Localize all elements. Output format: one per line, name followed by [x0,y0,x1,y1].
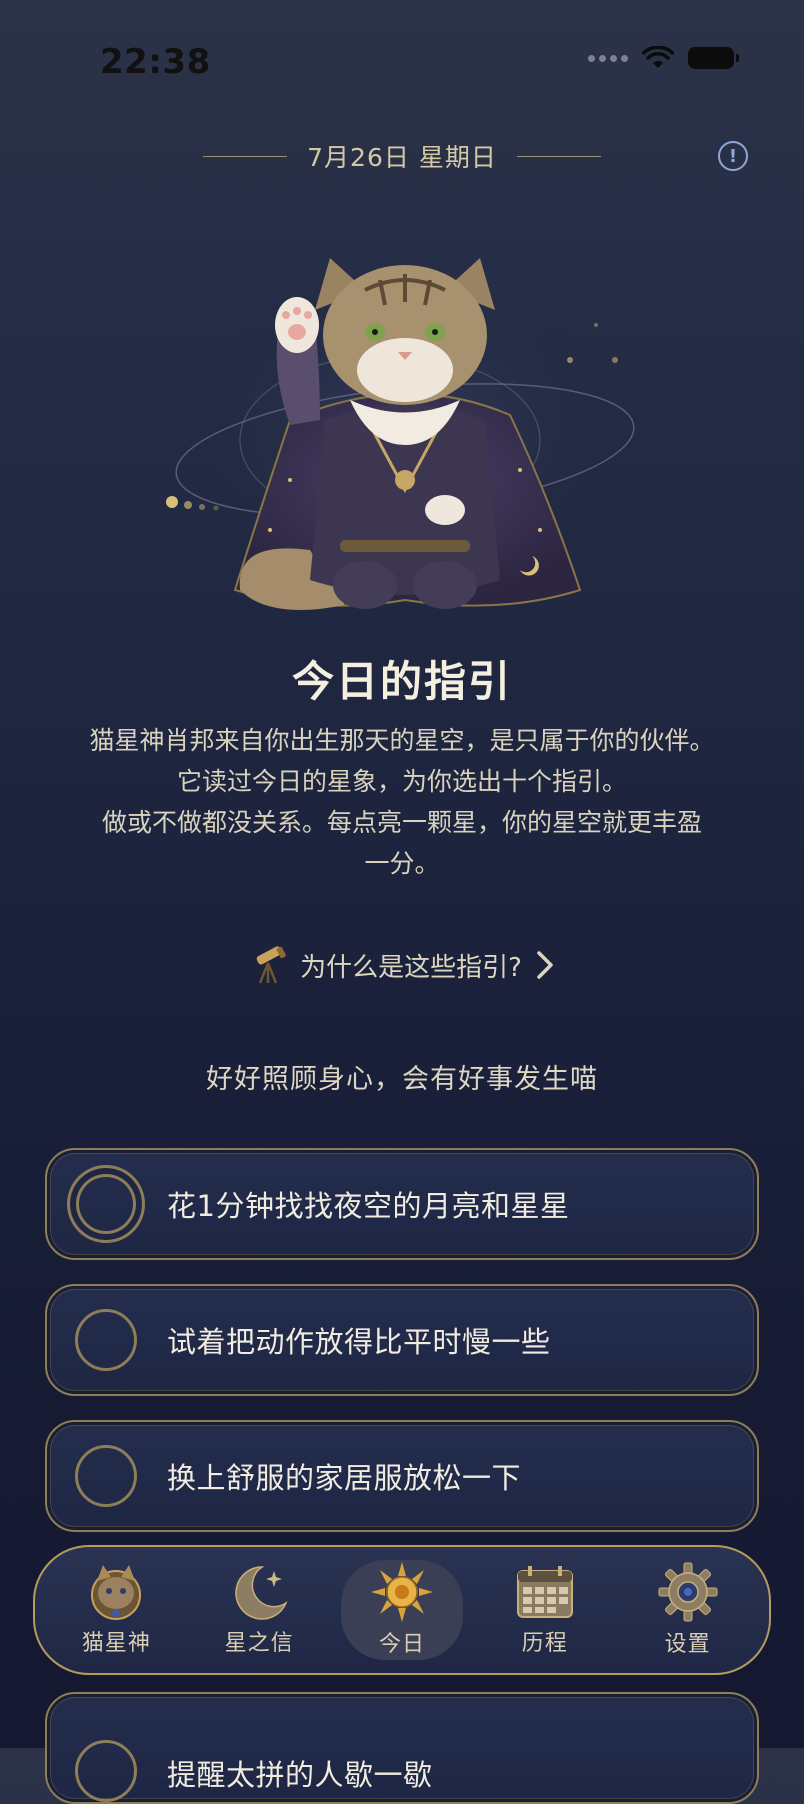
task-text: 花1分钟找找夜空的月亮和星星 [167,1189,570,1223]
tab-label: 猫星神 [81,1631,151,1656]
tab-label: 历程 [521,1631,568,1656]
task-card[interactable]: 花1分钟找找夜空的月亮和星星 [45,1148,759,1260]
cat-emblem-icon [91,1565,142,1620]
intro-line: 一分。 [364,849,440,878]
calendar-icon [516,1566,573,1618]
intro-line: 它读过今日的星象，为你选出十个指引。 [176,767,627,796]
tab-today[interactable]: 今日 [340,1560,463,1660]
wizard-cat-illustration [166,258,635,620]
divider [203,155,288,157]
date-header: 7月26日 星期日 [0,138,804,174]
tab-label: 星之信 [224,1631,294,1656]
telescope-icon [256,946,286,984]
wifi-icon [642,46,674,68]
task-text: 换上舒服的家居服放松一下 [167,1461,522,1495]
intro-text: 猫星神肖邦来自你出生那天的星空，是只属于你的伙伴。 它读过今日的星象，为你选出十… [60,720,744,884]
tab-star-letter[interactable]: 星之信 [198,1560,320,1660]
task-card[interactable]: 换上舒服的家居服放松一下 [45,1420,759,1532]
signal-dots-icon [588,54,628,62]
status-icons [588,46,739,70]
tab-label: 设置 [664,1632,711,1657]
task-text: 试着把动作放得比平时慢一些 [167,1325,551,1359]
battery-icon [688,47,739,69]
sun-icon [370,1562,433,1622]
tab-label: 今日 [378,1632,425,1657]
status-time: 22:38 [100,42,211,82]
date-label: 7月26日 星期日 [307,143,497,172]
gear-icon [658,1562,718,1622]
tab-history[interactable]: 历程 [484,1560,606,1660]
task-checkbox[interactable] [75,1445,137,1507]
chevron-right-icon [537,951,553,979]
task-card[interactable]: 提醒太拼的人歇一歇 [45,1692,759,1804]
slogan: 好好照顾身心，会有好事发生喵 [206,1064,598,1095]
divider [516,155,601,157]
task-checkbox[interactable] [75,1740,137,1802]
tab-bar: 猫星神 星之信 今日 历程 设置 [33,1545,771,1675]
why-link-label[interactable]: 为什么是这些指引? [300,947,522,984]
tab-cat-god[interactable]: 猫星神 [55,1560,177,1660]
intro-line: 做或不做都没关系。每点亮一颗星，你的星空就更丰盈 [101,808,702,837]
task-checkbox[interactable] [67,1165,145,1243]
task-text: 提醒太拼的人歇一歇 [167,1758,433,1792]
intro-line: 猫星神肖邦来自你出生那天的星空，是只属于你的伙伴。 [89,726,715,755]
page-title: 今日的指引 [291,657,512,706]
task-card[interactable]: 试着把动作放得比平时慢一些 [45,1284,759,1396]
info-icon[interactable]: ! [718,141,748,171]
task-checkbox[interactable] [75,1309,137,1371]
tab-settings[interactable]: 设置 [627,1560,749,1660]
crescent-moon-icon [235,1566,288,1620]
why-guidance-link[interactable]: 为什么是这些指引? [0,945,804,985]
